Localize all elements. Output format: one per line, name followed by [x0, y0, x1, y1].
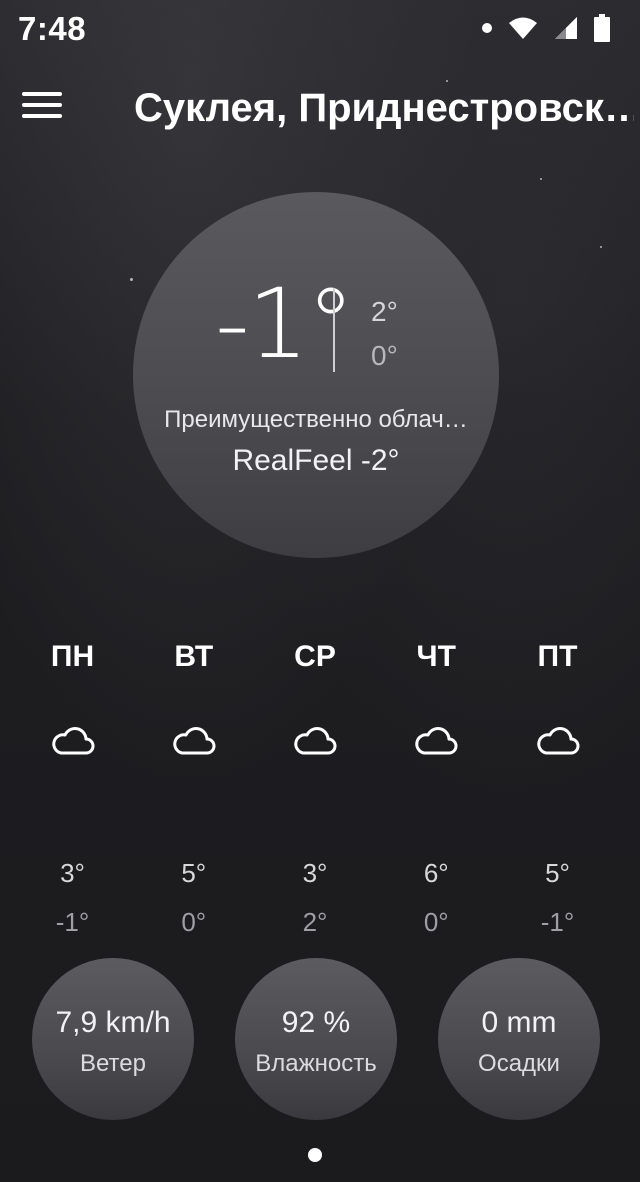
cloud-icon: [376, 724, 497, 778]
star-decoration: [130, 278, 133, 281]
wind-label: Ветер: [80, 1050, 146, 1077]
star-decoration: [600, 246, 602, 248]
wind-stat[interactable]: 7,9 km/h Ветер: [32, 958, 194, 1120]
humidity-value: 92 %: [281, 1006, 351, 1039]
day-name: ПТ: [537, 640, 578, 673]
day-high-temp: 6°: [423, 858, 449, 888]
day-high-temp: 5°: [181, 858, 207, 888]
today-high-temp: 2°: [371, 296, 398, 327]
app-bar: Суклея, Приднестровск…: [0, 78, 640, 142]
condition-text: Преимущественно облач…: [164, 406, 468, 433]
today-low-temp: 0°: [371, 340, 398, 371]
forecast-day[interactable]: ЧТ 6° 0°: [376, 640, 497, 938]
precipitation-stat[interactable]: 0 mm Осадки: [438, 958, 600, 1120]
daily-forecast: ПН 3° -1° ВТ 5° 0° СР 3° 2° ЧТ 6° 0° ПТ …: [12, 640, 618, 938]
day-high-temp: 5°: [545, 858, 570, 888]
day-name: СР: [294, 640, 336, 673]
star-decoration: [540, 178, 542, 180]
menu-icon-line: [22, 92, 62, 96]
menu-icon-line: [22, 114, 62, 118]
status-icons: [482, 14, 610, 42]
forecast-day[interactable]: СР 3° 2°: [255, 640, 376, 938]
forecast-day[interactable]: ПТ 5° -1°: [497, 640, 618, 938]
day-high-temp: 3°: [60, 858, 85, 888]
day-low-temp: 0°: [423, 907, 449, 937]
forecast-day[interactable]: ПН 3° -1°: [12, 640, 133, 938]
precipitation-value: 0 mm: [481, 1006, 557, 1039]
precipitation-label: Осадки: [478, 1050, 560, 1077]
current-conditions-circle[interactable]: -1° 2° 0° Преимущественно облач… RealFee…: [133, 192, 499, 558]
menu-button[interactable]: [22, 92, 62, 122]
cloud-icon: [133, 724, 254, 778]
day-low-temp: 2°: [302, 907, 328, 937]
realfeel-text: RealFeel -2°: [232, 444, 400, 477]
day-high-temp: 3°: [302, 858, 328, 888]
day-name: ПН: [50, 640, 95, 673]
wind-value: 7,9 km/h: [55, 1006, 171, 1039]
wifi-icon: [509, 17, 537, 39]
day-low-temp: -1°: [540, 907, 575, 937]
cloud-icon: [12, 724, 133, 778]
day-name: ВТ: [174, 640, 214, 673]
day-low-temp: -1°: [55, 907, 90, 937]
notification-dot-icon: [482, 23, 492, 33]
cloud-icon: [255, 724, 376, 778]
signal-icon: [555, 17, 577, 39]
page-indicator-dot[interactable]: [308, 1148, 322, 1162]
day-name: ЧТ: [416, 640, 456, 673]
humidity-stat[interactable]: 92 % Влажность: [235, 958, 397, 1120]
status-time: 7:48: [18, 10, 87, 47]
humidity-label: Влажность: [255, 1050, 377, 1077]
day-low-temp: 0°: [181, 907, 207, 937]
weather-screen: 7:48 Суклея, Приднестровск… -1° 2° 0° Пр…: [0, 0, 640, 1182]
battery-icon: [594, 14, 610, 42]
status-bar: 7:48: [0, 0, 640, 58]
temperature-divider: [333, 288, 335, 372]
menu-icon-line: [22, 103, 62, 107]
location-title[interactable]: Суклея, Приднестровск…: [134, 86, 634, 131]
forecast-day[interactable]: ВТ 5° 0°: [133, 640, 254, 938]
cloud-icon: [497, 724, 618, 778]
